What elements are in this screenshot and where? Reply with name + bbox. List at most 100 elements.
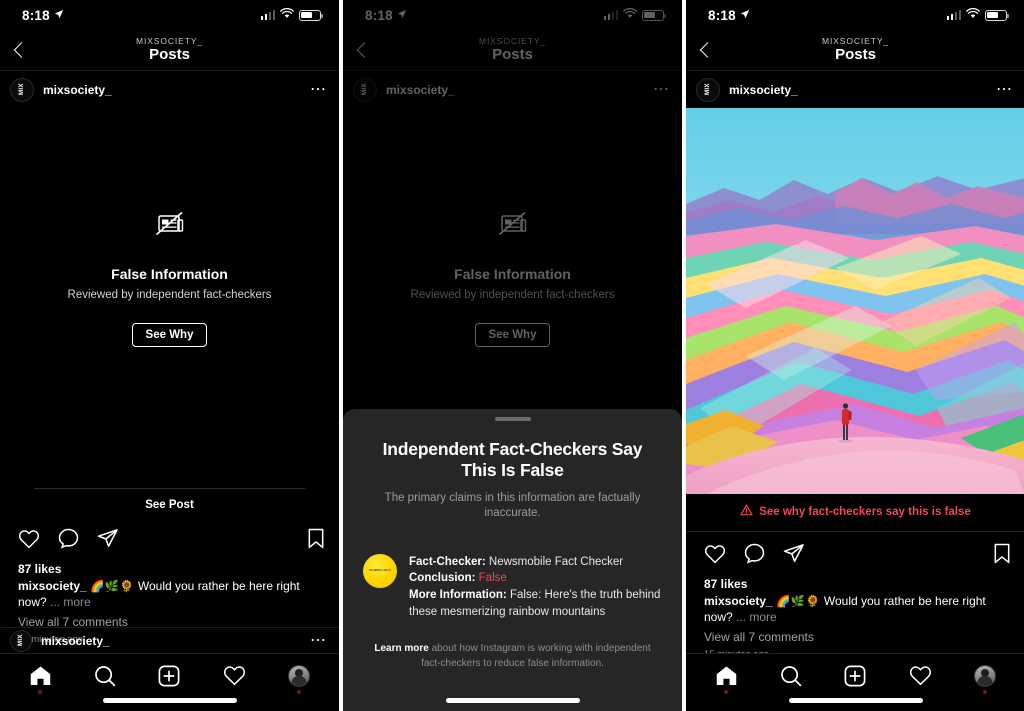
- tab-search[interactable]: [769, 661, 813, 691]
- fact-sheet-footer: Learn more about how Instagram is workin…: [363, 642, 662, 670]
- profile-badge-dot: [982, 689, 987, 694]
- status-bar: 8:18: [686, 0, 1024, 30]
- share-paper-plane-icon[interactable]: [783, 543, 804, 569]
- back-chevron-icon[interactable]: [699, 42, 716, 58]
- drag-handle[interactable]: [494, 417, 531, 421]
- tab-home[interactable]: [18, 661, 62, 694]
- tab-profile[interactable]: [277, 661, 321, 694]
- nav-titles: MIXSOCIETY_ Posts: [479, 37, 546, 63]
- fact-checker-name-line: Fact-Checker: Newsmobile Fact Checker: [409, 554, 662, 571]
- avatar-label: MIX: [703, 83, 711, 96]
- tab-activity[interactable]: [898, 661, 942, 691]
- bookmark-icon[interactable]: [307, 528, 325, 554]
- tab-activity[interactable]: [212, 661, 256, 691]
- nav-subtitle: MIXSOCIETY_: [821, 36, 890, 47]
- battery-icon: [985, 9, 1009, 21]
- more-options-icon[interactable]: ⋯: [310, 633, 327, 648]
- cellular-signal-icon: [603, 10, 618, 20]
- see-post-button[interactable]: See Post: [34, 489, 305, 517]
- screenshot-triptych: 8:18 MIXSOCIETY_ Posts MIX mixsociety_ ⋯…: [0, 0, 1024, 711]
- fact-sheet-title: Independent Fact-Checkers Say This Is Fa…: [382, 439, 643, 480]
- tab-profile[interactable]: [963, 661, 1007, 694]
- post-actions: [686, 532, 1024, 575]
- caption-emoji: 🌈🌿🌻: [90, 581, 135, 593]
- see-why-button[interactable]: See Why: [131, 323, 208, 347]
- conclusion-value: False: [478, 572, 507, 585]
- learn-more-link[interactable]: Learn more: [374, 643, 428, 654]
- caption-username[interactable]: mixsociety_: [704, 594, 773, 608]
- nav-header: MIXSOCIETY_ Posts: [686, 30, 1024, 70]
- tab-search[interactable]: [83, 661, 127, 691]
- post-username[interactable]: mixsociety_: [41, 634, 301, 648]
- tab-bar: [0, 653, 339, 711]
- comment-bubble-icon[interactable]: [744, 543, 765, 569]
- post-header: MIX mixsociety_ ⋯: [343, 70, 682, 108]
- battery-icon: [299, 9, 323, 21]
- back-chevron-icon[interactable]: [356, 42, 373, 58]
- wifi-icon: [280, 6, 294, 24]
- location-arrow-icon: [740, 7, 750, 22]
- avatar[interactable]: MIX: [696, 77, 720, 102]
- comment-bubble-icon[interactable]: [58, 528, 79, 554]
- see-why-button[interactable]: See Why: [474, 323, 551, 347]
- caption-more-link[interactable]: ... more: [50, 595, 91, 609]
- cellular-signal-icon: [946, 10, 961, 20]
- likes-count[interactable]: 87 likes: [18, 562, 325, 576]
- status-indicators: [260, 6, 323, 24]
- phone-screen-3: 8:18 MIXSOCIETY_ Posts MIX mixsociety_ ⋯…: [686, 0, 1024, 711]
- fact-checker-value: Newsmobile Fact Checker: [488, 555, 624, 568]
- more-options-icon[interactable]: ⋯: [310, 82, 327, 97]
- back-chevron-icon[interactable]: [13, 42, 30, 58]
- tab-add-post[interactable]: [833, 661, 877, 691]
- avatar[interactable]: MIX: [10, 629, 32, 652]
- warning-banner-text: See why fact-checkers say this is false: [759, 506, 971, 518]
- fact-sheet-subtitle: The primary claims in this information a…: [384, 492, 641, 520]
- conclusion-line: Conclusion: False: [409, 570, 662, 587]
- fact-checker-logo: NEWSMOBILE: [363, 553, 397, 588]
- learn-more-text: about how Instagram is working with inde…: [421, 643, 651, 669]
- battery-icon: [642, 9, 666, 21]
- caption-emoji: 🌈🌿🌻: [776, 596, 821, 608]
- caption-username[interactable]: mixsociety_: [18, 579, 87, 593]
- tab-home[interactable]: [704, 661, 748, 694]
- crossed-out-newspaper-icon: [153, 209, 187, 244]
- next-post-peek: MIX mixsociety_ ⋯: [0, 627, 339, 653]
- share-paper-plane-icon[interactable]: [97, 528, 118, 554]
- status-time-text: 8:18: [22, 7, 50, 23]
- false-info-subtitle: Reviewed by independent fact-checkers: [67, 289, 272, 301]
- view-comments-link[interactable]: View all 7 comments: [704, 630, 1011, 644]
- status-bar: 8:18: [343, 0, 682, 30]
- warning-triangle-icon: [740, 503, 753, 521]
- nav-subtitle: MIXSOCIETY_: [478, 36, 547, 47]
- fact-checker-sheet: Independent Fact-Checkers Say This Is Fa…: [343, 409, 682, 711]
- status-time: 8:18: [22, 8, 64, 23]
- fact-check-warning-banner[interactable]: See why fact-checkers say this is false: [686, 494, 1024, 532]
- heart-icon[interactable]: [704, 544, 726, 569]
- bookmark-icon[interactable]: [993, 543, 1011, 569]
- tab-bar: [686, 653, 1024, 711]
- phone-screen-1: 8:18 MIXSOCIETY_ Posts MIX mixsociety_ ⋯…: [0, 0, 339, 711]
- post-username[interactable]: mixsociety_: [43, 83, 301, 97]
- wifi-icon: [966, 6, 980, 24]
- avatar-label: MIX: [16, 634, 24, 647]
- tab-add-post[interactable]: [147, 661, 191, 691]
- profile-avatar-icon: [287, 664, 310, 687]
- status-bar: 8:18: [0, 0, 339, 30]
- status-indicators: [603, 6, 666, 24]
- more-options-icon[interactable]: ⋯: [653, 82, 670, 97]
- post-username[interactable]: mixsociety_: [386, 83, 644, 97]
- caption-line: mixsociety_ 🌈🌿🌻 Would you rather be here…: [704, 594, 1011, 626]
- caption-more-link[interactable]: ... more: [736, 610, 777, 624]
- post-username[interactable]: mixsociety_: [729, 83, 987, 97]
- likes-count[interactable]: 87 likes: [704, 577, 1011, 591]
- more-options-icon[interactable]: ⋯: [996, 82, 1013, 97]
- phone-screen-2: 8:18 MIXSOCIETY_ Posts MIX mixsociety_ ⋯…: [343, 0, 682, 711]
- cellular-signal-icon: [260, 10, 275, 20]
- status-time: 8:18: [708, 8, 750, 23]
- caption-line: mixsociety_ 🌈🌿🌻 Would you rather be here…: [18, 579, 325, 611]
- avatar[interactable]: MIX: [10, 77, 34, 102]
- avatar[interactable]: MIX: [353, 77, 377, 102]
- fact-checker-details: Fact-Checker: Newsmobile Fact Checker Co…: [409, 554, 662, 621]
- heart-icon[interactable]: [18, 529, 40, 554]
- post-photo[interactable]: [686, 108, 1024, 494]
